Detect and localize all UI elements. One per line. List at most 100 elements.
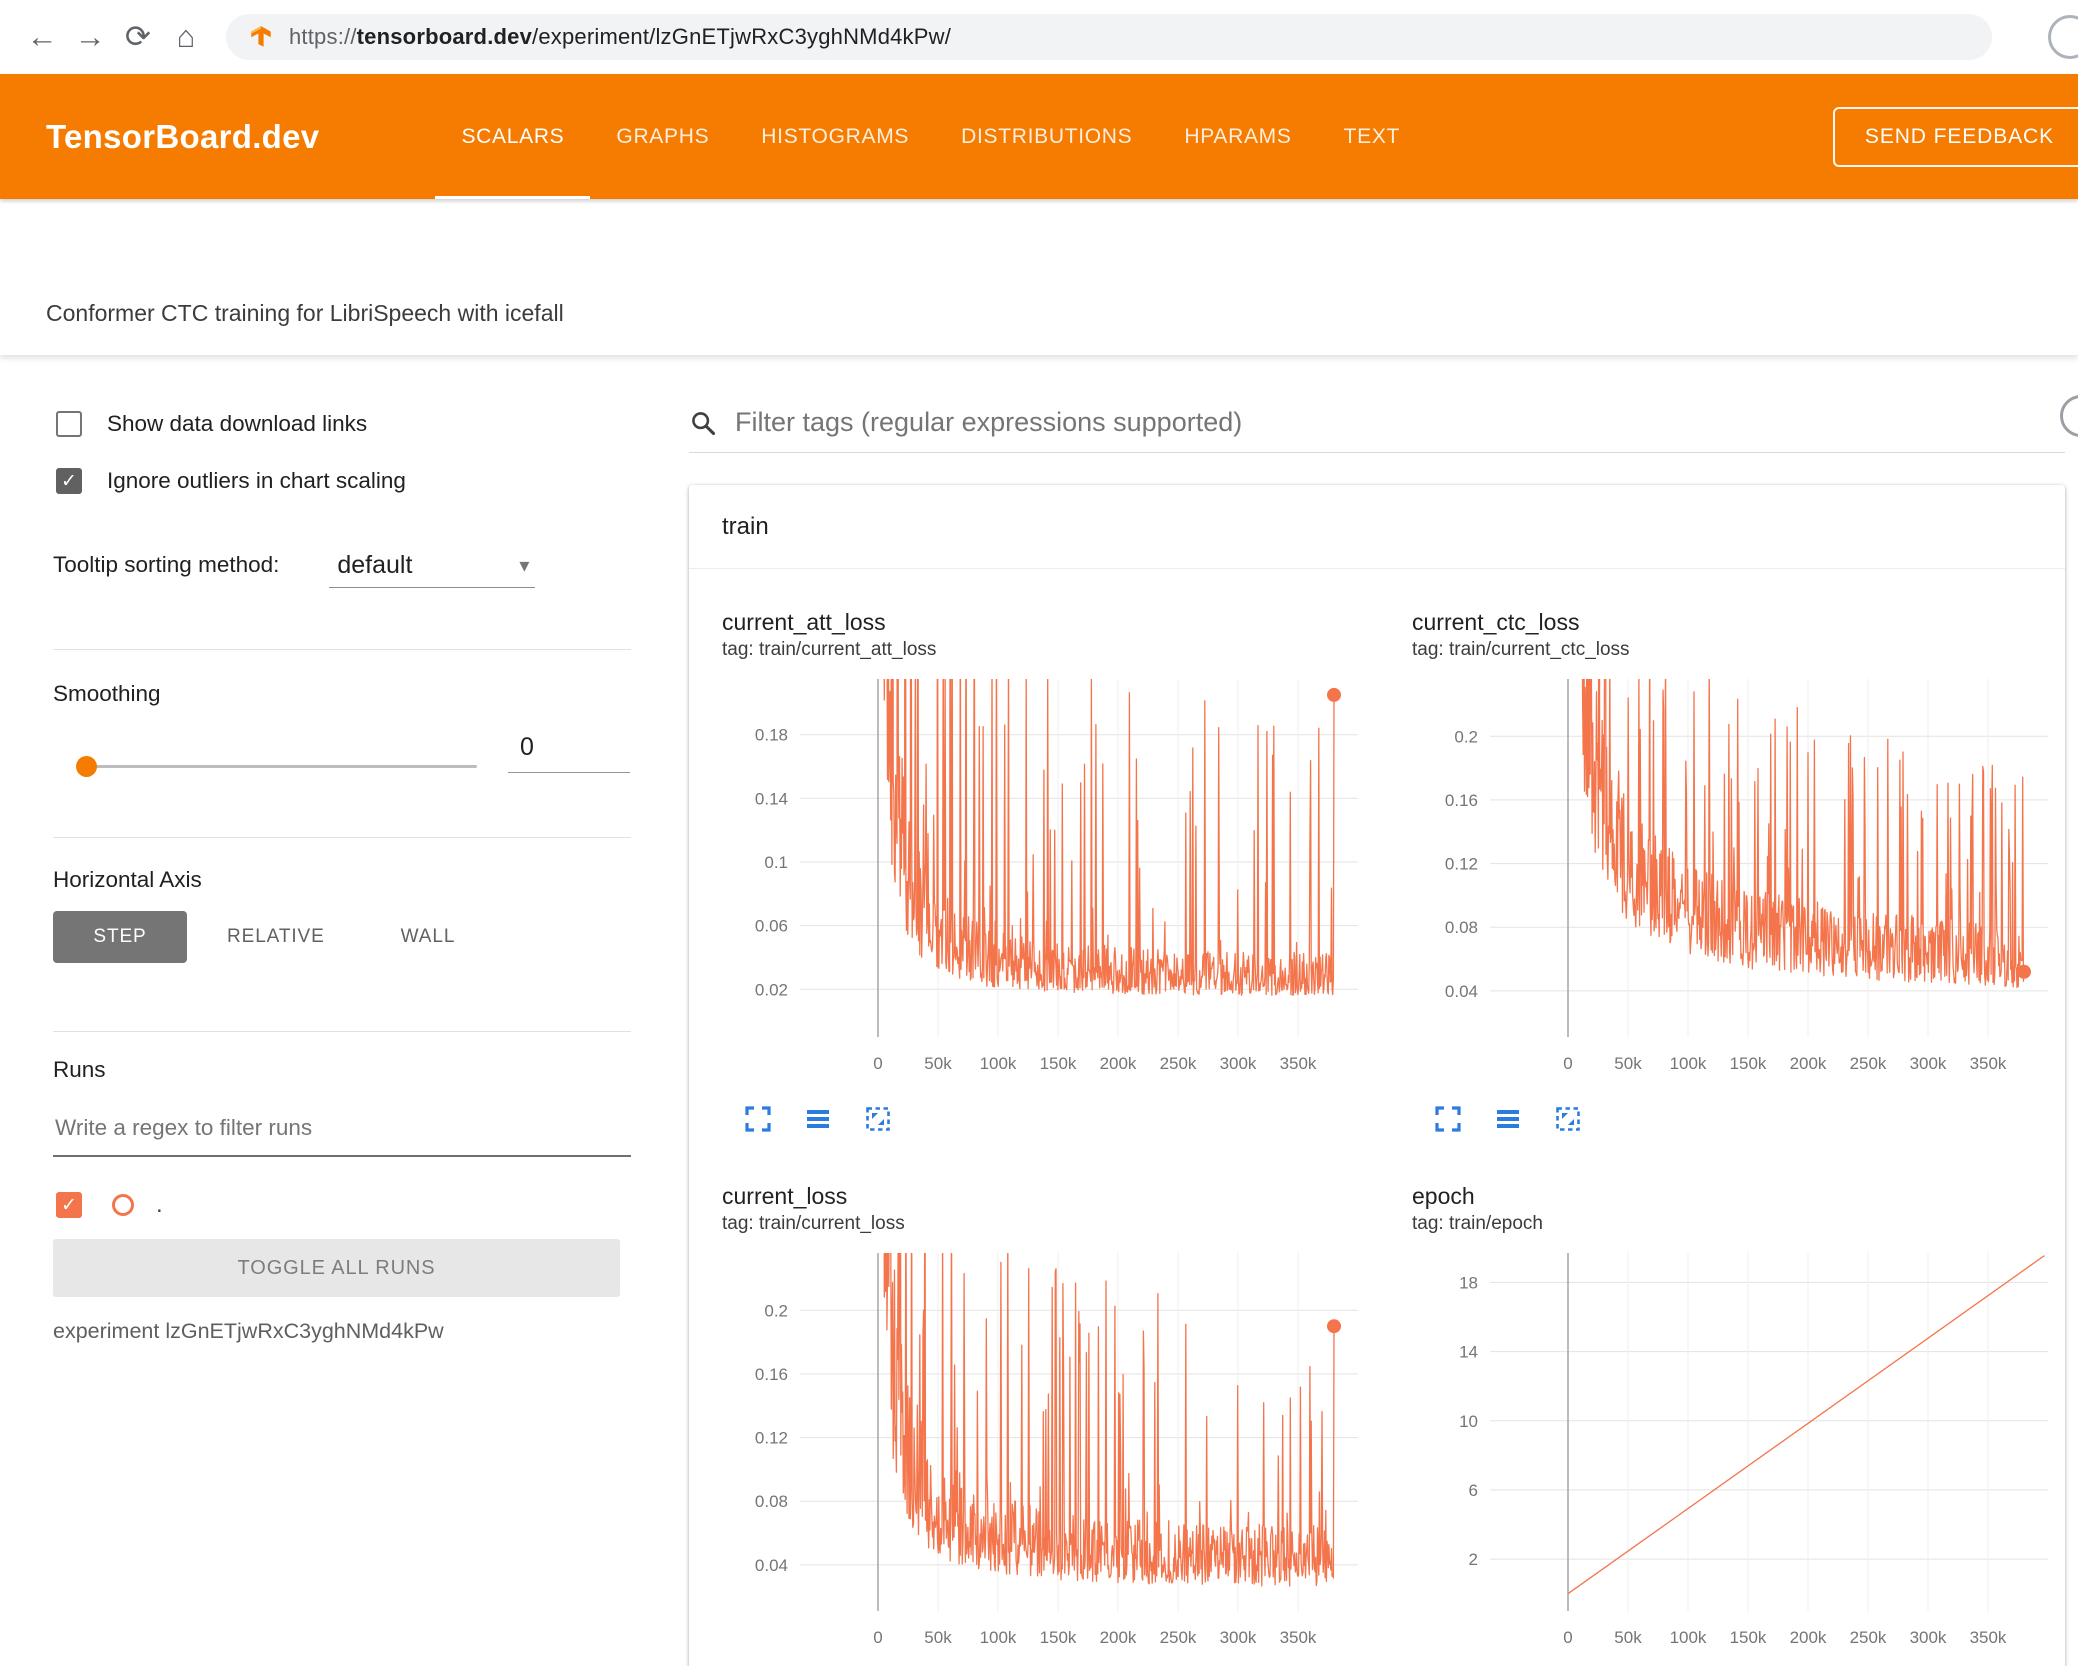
chart-tag: tag: train/current_att_loss [722, 639, 937, 660]
tensorboard-favicon [251, 26, 271, 47]
browser-avatar-cropped[interactable] [2048, 15, 2078, 59]
svg-text:18: 18 [1459, 1273, 1478, 1292]
url-scheme: https:// [289, 24, 357, 49]
ignore-outliers-row: ✓ Ignore outliers in chart scaling [56, 468, 406, 494]
train-section-label: train [722, 512, 769, 540]
svg-text:100k: 100k [980, 1054, 1017, 1073]
url-domain: tensorboard.dev [356, 24, 533, 49]
address-bar[interactable]: https://tensorboard.dev/experiment/lzGnE… [226, 14, 1992, 60]
tab-graphs[interactable]: GRAPHS [590, 74, 735, 199]
svg-text:150k: 150k [1730, 1054, 1767, 1073]
tensorboard-header: TensorBoard.dev SCALARS GRAPHS HISTOGRAM… [0, 74, 2078, 199]
horizontal-lines-icon[interactable] [802, 1103, 834, 1135]
svg-text:250k: 250k [1850, 1054, 1887, 1073]
chart-card-current-loss: current_loss tag: train/current_loss 0.0… [722, 1183, 1372, 1666]
svg-text:14: 14 [1459, 1343, 1478, 1362]
svg-text:0.14: 0.14 [755, 789, 788, 808]
tab-scalars[interactable]: SCALARS [435, 74, 591, 199]
svg-text:0.08: 0.08 [755, 1492, 788, 1511]
horizontal-axis-options: STEP RELATIVE WALL [53, 911, 455, 963]
scalars-main-panel: train current_att_loss tag: train/curren… [637, 355, 2078, 1666]
svg-text:150k: 150k [1040, 1628, 1077, 1647]
svg-text:300k: 300k [1910, 1628, 1947, 1647]
train-section-header[interactable]: train [689, 485, 2065, 569]
runs-regex-input[interactable] [53, 1105, 631, 1157]
show-download-checkbox[interactable] [56, 411, 82, 437]
url-path: /experiment/lzGnETjwRxC3yghNMd4kPw/ [532, 24, 952, 49]
chart-tag: tag: train/current_loss [722, 1213, 905, 1234]
reload-icon[interactable]: ⟳ [114, 13, 162, 61]
svg-text:0.04: 0.04 [755, 1556, 788, 1575]
tab-histograms[interactable]: HISTOGRAMS [735, 74, 935, 199]
svg-text:300k: 300k [1910, 1054, 1947, 1073]
svg-text:6: 6 [1469, 1481, 1478, 1500]
svg-text:200k: 200k [1790, 1054, 1827, 1073]
run-row: ✓ . [56, 1191, 163, 1219]
run-checkbox[interactable]: ✓ [56, 1192, 82, 1218]
tensorboard-logo[interactable]: TensorBoard.dev [46, 118, 319, 156]
smoothing-slider-track[interactable] [85, 765, 477, 768]
tab-distributions[interactable]: DISTRIBUTIONS [935, 74, 1158, 199]
svg-text:150k: 150k [1730, 1628, 1767, 1647]
chart-title: current_loss [722, 1183, 848, 1209]
svg-text:200k: 200k [1790, 1628, 1827, 1647]
svg-text:0.2: 0.2 [1454, 727, 1478, 746]
chart-tag: tag: train/current_ctc_loss [1412, 639, 1630, 660]
svg-text:350k: 350k [1280, 1054, 1317, 1073]
svg-text:350k: 350k [1970, 1628, 2007, 1647]
svg-text:0.2: 0.2 [764, 1301, 788, 1320]
experiment-id-label: experiment lzGnETjwRxC3yghNMd4kPw [53, 1319, 444, 1343]
svg-text:0.12: 0.12 [1445, 855, 1478, 874]
run-color-swatch [112, 1194, 134, 1216]
ignore-outliers-checkbox[interactable]: ✓ [56, 468, 82, 494]
send-feedback-button[interactable]: SEND FEEDBACK [1832, 106, 2078, 167]
fit-domain-icon[interactable] [862, 1103, 894, 1135]
svg-text:0.18: 0.18 [755, 726, 788, 745]
settings-sidebar: Show data download links ✓ Ignore outlie… [0, 355, 637, 1666]
fullscreen-icon[interactable] [1432, 1103, 1464, 1135]
forward-icon[interactable]: → [66, 13, 114, 61]
train-card: train current_att_loss tag: train/curren… [689, 485, 2065, 1666]
svg-text:0.04: 0.04 [1445, 982, 1478, 1001]
tooltip-sorting-select[interactable]: default ▾ [329, 551, 536, 588]
back-icon[interactable]: ← [18, 13, 66, 61]
chevron-down-icon: ▾ [519, 555, 530, 577]
svg-text:0.12: 0.12 [755, 1429, 788, 1448]
horizontal-lines-icon[interactable] [1492, 1103, 1524, 1135]
nav-tabs: SCALARS GRAPHS HISTOGRAMS DISTRIBUTIONS … [435, 74, 1426, 199]
svg-text:200k: 200k [1100, 1628, 1137, 1647]
line-chart-epoch[interactable]: 2 6 10 14 18 0 50k 100k 150k 200k 250k 300k 350k [1412, 1245, 2062, 1663]
tooltip-sorting-value: default [337, 551, 413, 579]
line-chart-current-loss[interactable]: 0.04 0.08 0.12 0.16 0.2 0 50k 100k 150k 200k 250k 3… [722, 1245, 1372, 1663]
smoothing-slider-thumb[interactable] [76, 756, 97, 777]
chart-actions [1432, 1103, 2062, 1135]
smoothing-label: Smoothing [53, 681, 161, 706]
tab-hparams[interactable]: HPARAMS [1158, 74, 1317, 199]
fit-domain-icon[interactable] [1552, 1103, 1584, 1135]
smoothing-value-input[interactable] [508, 733, 630, 773]
svg-text:150k: 150k [1040, 1054, 1077, 1073]
experiment-title-bar: Conformer CTC training for LibriSpeech w… [0, 199, 2078, 355]
svg-text:0: 0 [873, 1628, 882, 1647]
svg-text:100k: 100k [1670, 1054, 1707, 1073]
line-chart-current-att-loss[interactable]: 0.02 0.06 0.1 0.14 0.18 0 50k 100k 150k 200k 250k 3… [722, 671, 1372, 1089]
check-icon: ✓ [61, 470, 77, 492]
svg-text:50k: 50k [1614, 1628, 1642, 1647]
runs-label: Runs [53, 1057, 106, 1082]
fullscreen-icon[interactable] [742, 1103, 774, 1135]
check-icon: ✓ [61, 1194, 77, 1216]
chart-card-current-att-loss: current_att_loss tag: train/current_att_… [722, 609, 1372, 1135]
tab-text[interactable]: TEXT [1318, 74, 1426, 199]
line-chart-current-ctc-loss[interactable]: 0.04 0.08 0.12 0.16 0.2 0 50k 100k 150k 200k 250k 3… [1412, 671, 2062, 1089]
svg-text:100k: 100k [1670, 1628, 1707, 1647]
filter-tags-input[interactable] [735, 407, 2065, 438]
svg-text:0: 0 [1563, 1628, 1572, 1647]
axis-step-button[interactable]: STEP [53, 911, 187, 963]
svg-text:0.08: 0.08 [1445, 918, 1478, 937]
svg-text:350k: 350k [1970, 1054, 2007, 1073]
axis-wall-button[interactable]: WALL [401, 926, 456, 948]
home-icon[interactable]: ⌂ [162, 13, 210, 61]
toggle-all-runs-button[interactable]: TOGGLE ALL RUNS [53, 1239, 620, 1297]
axis-relative-button[interactable]: RELATIVE [227, 926, 325, 948]
horizontal-axis-label: Horizontal Axis [53, 867, 202, 892]
